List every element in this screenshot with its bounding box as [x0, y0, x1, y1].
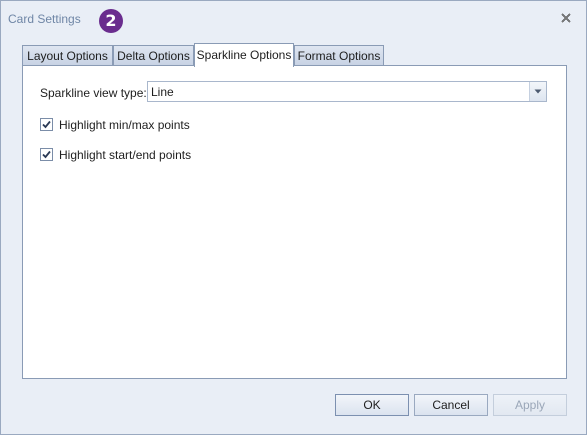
- highlight-startend-label: Highlight start/end points: [59, 148, 192, 162]
- sparkline-view-type-value: Line: [151, 85, 174, 99]
- checkmark-icon: [42, 150, 51, 159]
- highlight-minmax-checkbox[interactable]: [40, 118, 53, 131]
- sparkline-view-type-label: Sparkline view type:: [40, 86, 147, 100]
- step-badge: 2: [99, 9, 123, 33]
- dialog-title: Card Settings: [8, 12, 81, 26]
- tab-format-options[interactable]: Format Options: [294, 45, 384, 65]
- checkmark-icon: [42, 120, 51, 129]
- sparkline-options-panel: Sparkline view type: Line Highlight min/…: [22, 65, 567, 379]
- tab-sparkline-options[interactable]: Sparkline Options: [194, 43, 294, 67]
- card-settings-dialog: Card Settings 2 Layout Options Delta Opt…: [0, 0, 587, 435]
- dropdown-button[interactable]: [529, 82, 546, 101]
- close-button[interactable]: [559, 11, 573, 25]
- apply-button[interactable]: Apply: [493, 394, 567, 416]
- highlight-startend-checkbox[interactable]: [40, 148, 53, 161]
- close-icon: [561, 13, 571, 23]
- cancel-button[interactable]: Cancel: [414, 394, 488, 416]
- chevron-down-icon: [534, 89, 542, 94]
- tab-delta-options[interactable]: Delta Options: [113, 45, 194, 65]
- sparkline-view-type-combobox[interactable]: Line: [147, 81, 547, 102]
- ok-button[interactable]: OK: [335, 394, 409, 416]
- tab-layout-options[interactable]: Layout Options: [22, 45, 113, 65]
- highlight-minmax-label: Highlight min/max points: [59, 118, 190, 132]
- title-bar: Card Settings 2: [1, 1, 586, 35]
